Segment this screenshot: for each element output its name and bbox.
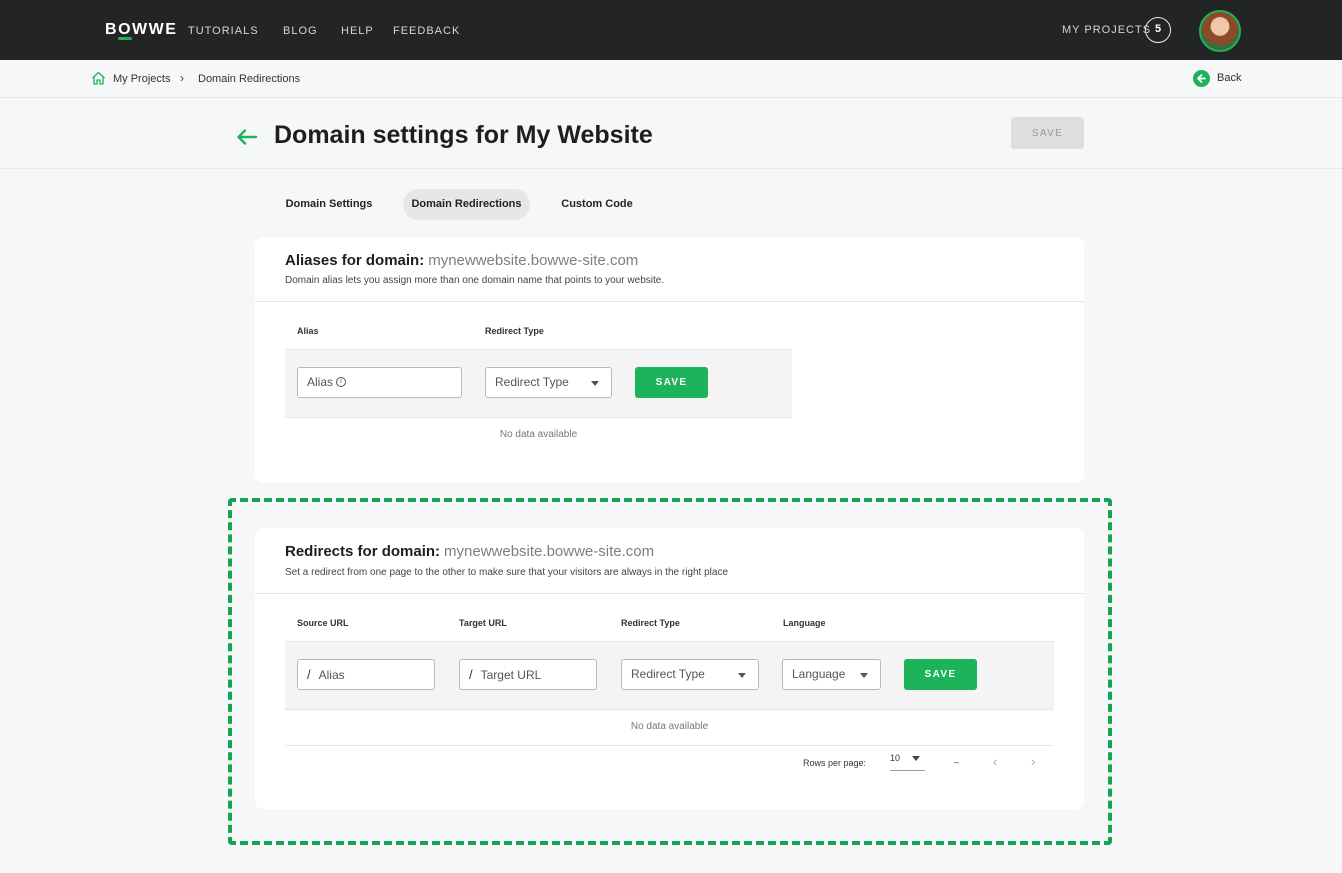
tab-domain-settings[interactable]: Domain Settings [276,189,382,220]
add-alias-save-button[interactable]: SAVE [635,367,708,398]
tab-domain-redirections[interactable]: Domain Redirections [403,189,530,220]
back-link[interactable]: Back [1217,72,1241,84]
aliases-title: Aliases for domain: mynewwebsite.bowwe-si… [285,252,638,269]
breadcrumb-separator: › [180,71,184,85]
redirect-type-placeholder: Redirect Type [495,375,569,389]
avatar[interactable] [1199,10,1241,52]
breadcrumb: My Projects › Domain Redirections Back [0,60,1342,98]
top-navigation-bar: BOWWE TUTORIALS BLOG HELP FEEDBACK MY PR… [0,0,1342,60]
save-button[interactable]: SAVE [1011,117,1084,149]
my-projects-link[interactable]: MY PROJECTS [1062,24,1151,36]
caret-down-icon [591,381,599,386]
alias-redirect-type-select[interactable]: Redirect Type [485,367,612,398]
logo-part: O [118,21,133,40]
logo-part: WWE [132,21,178,38]
column-header-redirect-type: Redirect Type [485,326,544,336]
bowwe-logo[interactable]: BOWWE [105,21,178,40]
nav-blog[interactable]: BLOG [283,25,318,37]
aliases-title-text: Aliases for domain: [285,252,425,269]
page-header: Domain settings for My Website SAVE [0,98,1342,169]
breadcrumb-my-projects[interactable]: My Projects [113,73,170,85]
back-icon[interactable] [1193,70,1210,87]
highlight-box [228,498,1112,845]
info-icon[interactable]: i [336,377,347,387]
alias-placeholder: Alias [307,375,334,389]
divider [255,301,1084,302]
alias-input[interactable]: Alias i [297,367,462,398]
tab-custom-code[interactable]: Custom Code [552,189,642,220]
column-header-alias: Alias [297,326,319,336]
arrow-left-icon[interactable] [236,128,258,151]
page-title: Domain settings for My Website [274,121,653,149]
breadcrumb-current: Domain Redirections [198,73,301,85]
alias-input-row: Alias i Redirect Type SAVE [285,349,792,418]
logo-part: B [105,21,119,38]
project-count-badge[interactable]: 5 [1145,17,1171,43]
aliases-description: Domain alias lets you assign more than o… [285,275,665,286]
nav-tutorials[interactable]: TUTORIALS [188,25,259,37]
home-icon[interactable] [91,71,106,90]
nav-help[interactable]: HELP [341,25,374,37]
aliases-card: Aliases for domain: mynewwebsite.bowwe-si… [255,237,1084,483]
aliases-empty-message: No data available [499,429,578,440]
nav-feedback[interactable]: FEEDBACK [393,25,460,37]
aliases-domain: mynewwebsite.bowwe-site.com [428,252,639,269]
